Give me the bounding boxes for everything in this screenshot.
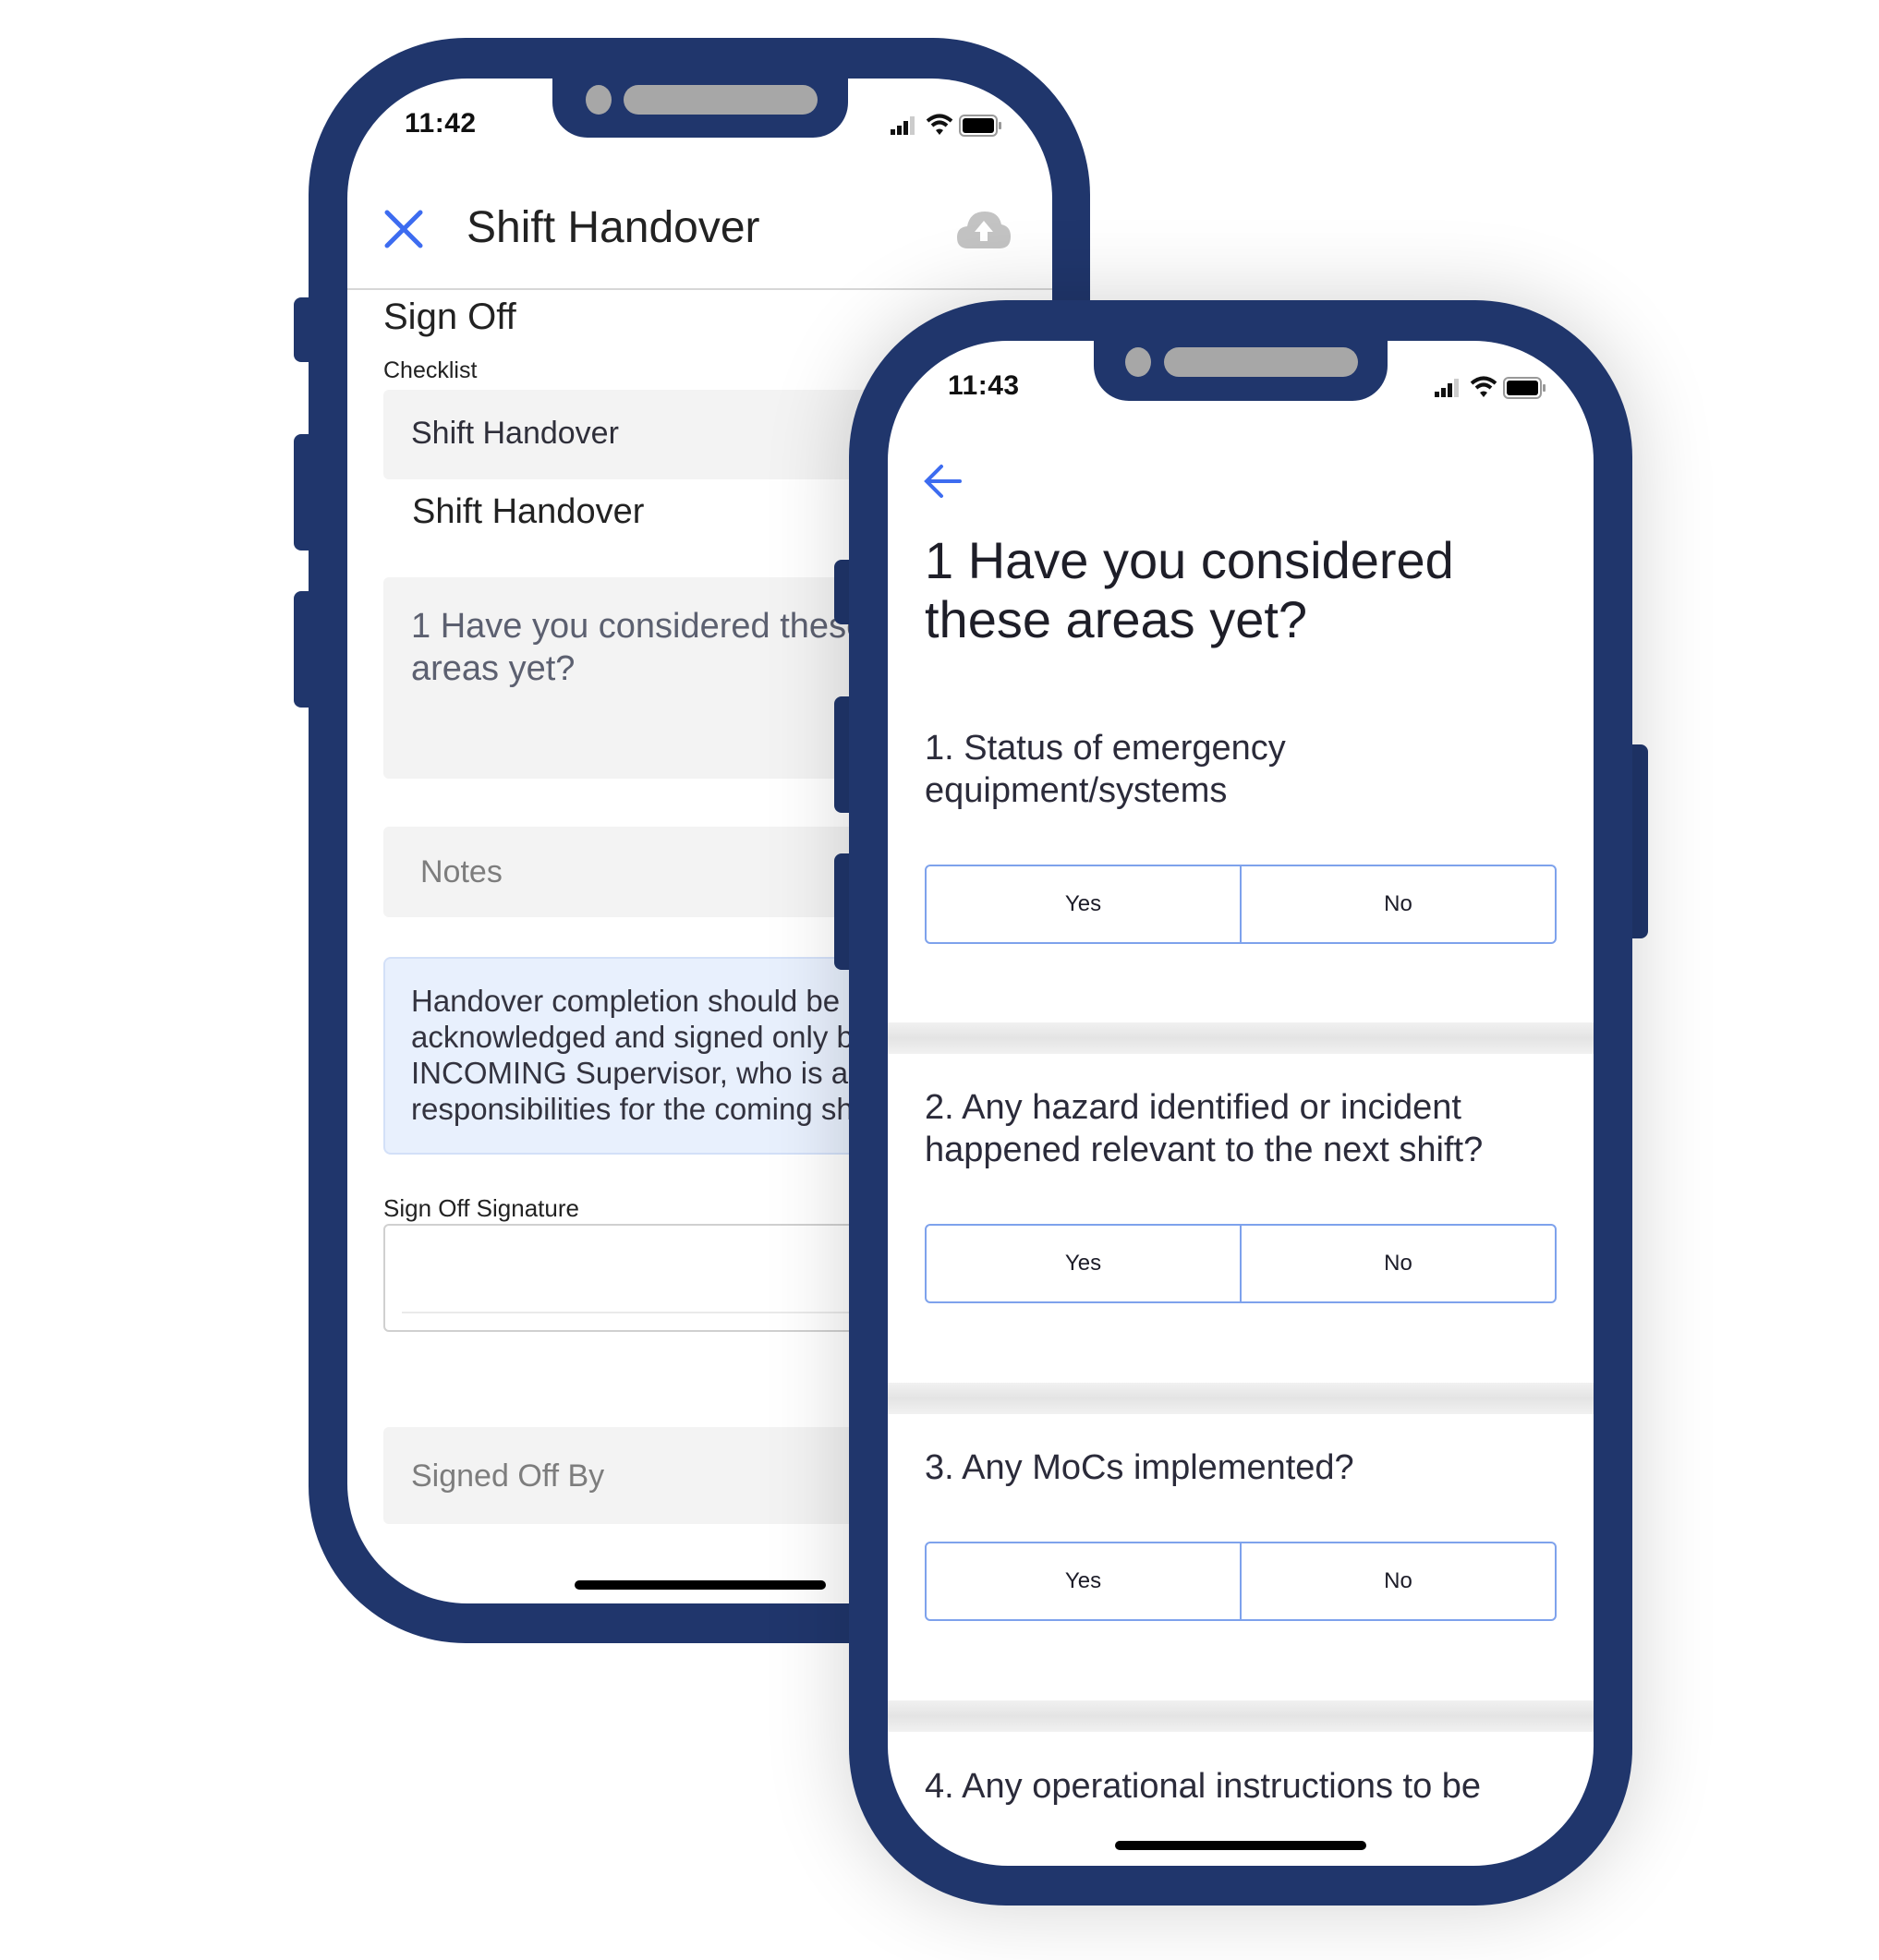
question-1-text: 1. Status of emergency equipment/systems [925,727,1286,812]
checklist-value: Shift Handover [411,416,619,451]
page-title: Shift Handover [467,203,760,252]
question-2-segmented-control[interactable]: Yes No [925,1224,1557,1303]
signature-label: Sign Off Signature [383,1194,579,1222]
section-divider [888,1022,1594,1054]
section-divider [888,1700,1594,1732]
yes-button[interactable]: Yes [927,866,1242,942]
status-icons [891,114,1001,138]
question-1-segmented-control[interactable]: Yes No [925,865,1557,944]
info-line-1: Handover completion should be [411,984,841,1018]
question-1-line-2: equipment/systems [925,771,1228,810]
no-button[interactable]: No [1242,1543,1555,1619]
section-divider [888,1383,1594,1414]
battery-icon [1503,377,1546,399]
info-line-2: acknowledged and signed only by [411,1020,869,1054]
yes-button[interactable]: Yes [927,1543,1242,1619]
checklist-name: Shift Handover [412,492,645,531]
back-button[interactable] [923,461,969,507]
question-2-text: 2. Any hazard identified or incident hap… [925,1086,1483,1171]
question-4-text: 4. Any operational instructions to be [925,1765,1481,1808]
question-1-line-1: 1. Status of emergency [925,729,1286,768]
signal-icon [1435,379,1459,397]
question-2-line-2: happened relevant to the next shift? [925,1131,1484,1169]
section-title: Sign Off [383,296,516,337]
close-icon [384,210,423,248]
page-title-line-2: these areas yet? [925,590,1308,648]
notes-placeholder: Notes [420,854,503,889]
question-3-line-1: 3. Any MoCs implemented? [925,1448,1354,1487]
info-line-4: responsibilities for the coming sh [411,1092,854,1126]
cloud-upload-icon [957,212,1011,248]
notch [1094,341,1388,401]
notch [552,79,848,138]
page-title: 1 Have you considered these areas yet? [925,531,1454,649]
wifi-icon [1470,376,1497,397]
question-2-line-1: 2. Any hazard identified or incident [925,1088,1461,1127]
question-3-text: 3. Any MoCs implemented? [925,1446,1354,1489]
page-title-line-1: 1 Have you considered [925,531,1454,589]
status-icons [1435,376,1546,400]
phone-screen-right: 11:43 1 Have you considered these areas … [888,341,1594,1866]
info-line-3: INCOMING Supervisor, who is ass [411,1056,879,1090]
home-indicator [575,1580,826,1590]
home-indicator [1115,1841,1366,1850]
close-button[interactable] [382,208,429,254]
speaker [1164,347,1358,377]
arrow-left-icon [924,465,962,498]
no-button[interactable]: No [1242,866,1555,942]
battery-icon [959,115,1001,137]
speaker [624,85,818,115]
wifi-icon [926,114,953,135]
no-button[interactable]: No [1242,1226,1555,1301]
yes-button[interactable]: Yes [927,1226,1242,1301]
checklist-label: Checklist [383,357,478,383]
signed-off-by-placeholder: Signed Off By [411,1458,605,1494]
signal-icon [891,116,915,135]
status-time: 11:43 [948,370,1020,401]
upload-button[interactable] [955,208,1014,252]
front-camera [586,85,612,115]
question-3-segmented-control[interactable]: Yes No [925,1542,1557,1621]
header-divider [347,288,1052,290]
front-camera [1125,347,1151,377]
status-time: 11:42 [405,108,477,139]
question-4-line-1: 4. Any operational instructions to be [925,1767,1482,1806]
